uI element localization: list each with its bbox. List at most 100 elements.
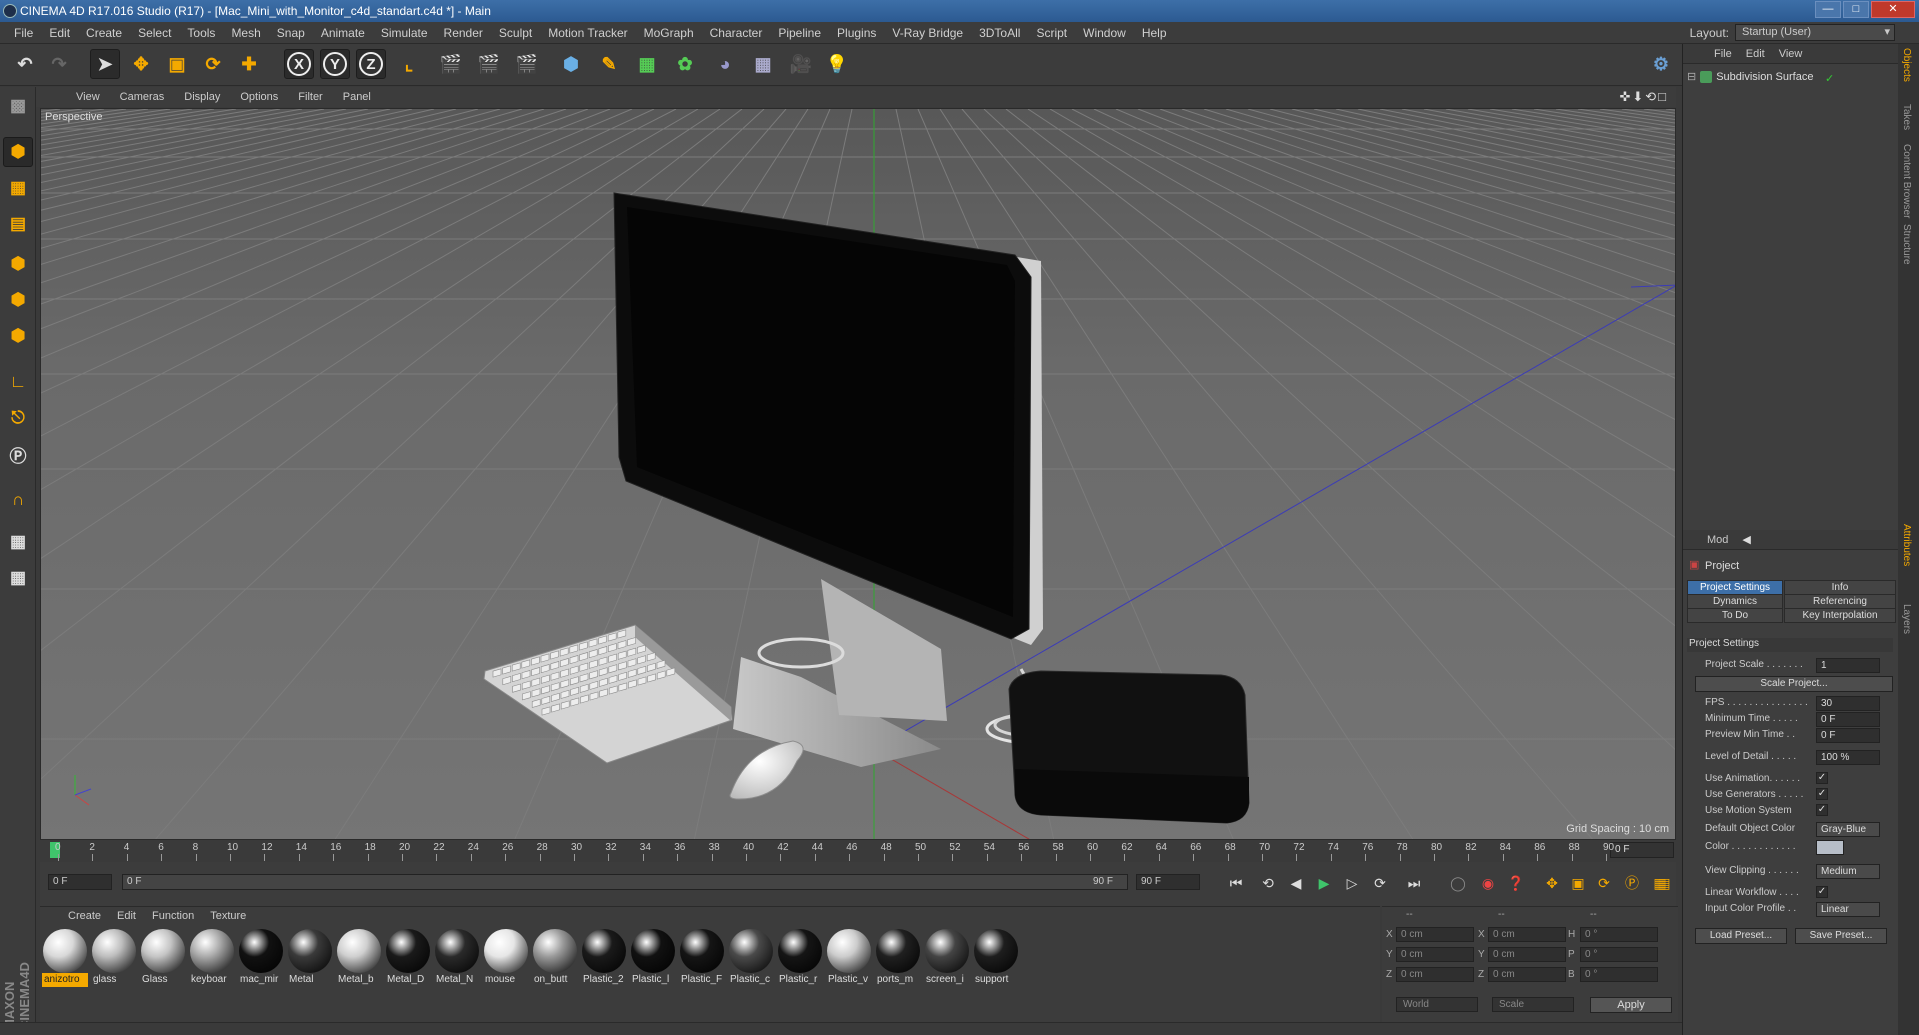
material-menu-function[interactable]: Function [144,910,202,922]
menu-help[interactable]: Help [1134,26,1175,40]
material-menu-texture[interactable]: Texture [202,910,254,922]
object-row-subdivision-surface[interactable]: ⊟ Subdivision Surface [1687,70,1813,83]
points-mode-icon[interactable]: ⬢ [3,249,33,279]
render-view-icon[interactable]: 🎬 [436,49,466,79]
material-swatch[interactable]: on_butt [532,929,578,987]
end-frame-field[interactable]: 90 F [1136,874,1200,890]
menu-render[interactable]: Render [436,26,491,40]
menu-snap[interactable]: Snap [269,26,313,40]
menu-window[interactable]: Window [1075,26,1134,40]
use-gen-checkbox[interactable]: ✓ [1816,788,1828,800]
perspective-viewport[interactable]: Perspective Grid Spacing : 10 cm [40,108,1676,840]
play-icon[interactable]: ▶ [1312,872,1336,894]
floor-icon[interactable]: ▦ [748,49,778,79]
back-arrow-icon[interactable]: ◀ [1742,533,1750,546]
material-swatch[interactable]: Plastic_v [826,929,872,987]
material-swatch[interactable]: Glass [140,929,186,987]
menu-sculpt[interactable]: Sculpt [491,26,540,40]
mode-menu[interactable]: Mod [1707,534,1728,546]
key-scale-icon[interactable]: ▣ [1566,872,1590,894]
viewport-menu-view[interactable]: View [66,91,110,103]
attribute-tab[interactable]: Key Interpolation [1784,608,1896,623]
menu-tools[interactable]: Tools [179,26,223,40]
material-swatch[interactable]: anizotro [42,929,88,987]
cube-primitive-icon[interactable]: ⬢ [556,49,586,79]
make-editable-icon[interactable]: ▩ [3,91,33,121]
previous-frame-icon[interactable]: ◀ [1284,872,1308,894]
render-settings-icon[interactable]: 🎬 [512,49,542,79]
next-key-icon[interactable]: ⟳ [1368,872,1392,894]
next-frame-icon[interactable]: ▷ [1340,872,1364,894]
project-scale-field[interactable]: 1 [1816,658,1880,673]
go-to-end-icon[interactable]: ⏭ [1402,872,1426,894]
expand-icon[interactable]: ⊟ [1687,70,1696,83]
preview-range-slider[interactable]: 0 F 90 F [122,874,1128,890]
material-menu-create[interactable]: Create [60,910,109,922]
x-axis-lock[interactable]: X [284,49,314,79]
material-menu-edit[interactable]: Edit [109,910,144,922]
pen-spline-icon[interactable]: ✎ [594,49,624,79]
material-swatch[interactable]: Plastic_2 [581,929,627,987]
menu-script[interactable]: Script [1028,26,1075,40]
timeline-window-icon[interactable]: ▤ [1652,872,1676,894]
python-icon[interactable]: ⚙ [1646,49,1676,79]
coordinate-field[interactable]: 0 cm [1488,967,1566,982]
array-icon[interactable]: ✿ [670,49,700,79]
light-icon[interactable]: 💡 [822,49,852,79]
menu-mesh[interactable]: Mesh [223,26,268,40]
redo-icon[interactable]: ↷ [44,49,74,79]
coordinate-field[interactable]: 0 ° [1580,967,1658,982]
attribute-tab[interactable]: Referencing [1784,594,1896,609]
material-swatch[interactable]: Plastic_c [728,929,774,987]
attribute-tab[interactable]: Dynamics [1687,594,1783,609]
record-keys-icon[interactable]: ◯ [1446,872,1470,894]
scale-tool-icon[interactable]: ▣ [162,49,192,79]
key-position-icon[interactable]: ✥ [1540,872,1564,894]
key-parameter-icon[interactable]: Ⓟ [1620,872,1644,894]
material-swatch[interactable]: ports_m [875,929,921,987]
material-swatch[interactable]: Plastic_l [630,929,676,987]
preview-min-field[interactable]: 0 F [1816,728,1880,743]
live-select-icon[interactable]: ✚ [234,49,264,79]
menu-v-ray-bridge[interactable]: V-Ray Bridge [884,26,971,40]
color-swatch[interactable] [1816,840,1844,855]
input-profile-dropdown[interactable]: Linear [1816,902,1880,917]
maximize-button[interactable]: □ [1843,1,1869,18]
lod-field[interactable]: 100 % [1816,750,1880,765]
select-tool-icon[interactable]: ➤ [90,49,120,79]
menu-animate[interactable]: Animate [313,26,373,40]
current-frame-field[interactable]: 0 F [1610,842,1674,858]
undo-icon[interactable]: ↶ [10,49,40,79]
rotate-tool-icon[interactable]: ⟳ [198,49,228,79]
menu-pipeline[interactable]: Pipeline [770,26,829,40]
menu-edit[interactable]: Edit [41,26,78,40]
coordinate-field[interactable]: 0 cm [1396,947,1474,962]
coordinate-system-icon[interactable]: ⌞ [394,49,424,79]
material-swatch[interactable]: Metal_N [434,929,480,987]
coordinate-field[interactable]: 0 cm [1488,927,1566,942]
viewport-menu-cameras[interactable]: Cameras [110,91,175,103]
minimize-button[interactable]: — [1815,1,1841,18]
material-swatch[interactable]: Metal_b [336,929,382,987]
attribute-tab[interactable]: Project Settings [1687,580,1783,595]
material-swatch[interactable]: glass [91,929,137,987]
menu-character[interactable]: Character [702,26,771,40]
material-swatch[interactable]: Metal_D [385,929,431,987]
linear-wf-checkbox[interactable]: ✓ [1816,886,1828,898]
use-motion-checkbox[interactable]: ✓ [1816,804,1828,816]
key-rotation-icon[interactable]: ⟳ [1592,872,1616,894]
visibility-check-icon[interactable]: ✓ [1825,72,1834,85]
material-swatch[interactable]: screen_i [924,929,970,987]
model-mode-icon[interactable]: ⬢ [3,137,33,167]
menu-3dtoall[interactable]: 3DToAll [971,26,1028,40]
side-tab-takes[interactable]: Takes [1901,104,1912,130]
magnet-icon[interactable]: ∩ [3,485,33,515]
def-color-dropdown[interactable]: Gray-Blue [1816,822,1880,837]
load-preset-button[interactable]: Load Preset... [1695,928,1787,944]
keyframe-selection-icon[interactable]: ❓ [1504,872,1528,894]
viewport-menu-display[interactable]: Display [174,91,230,103]
coordinate-field[interactable]: 0 ° [1580,947,1658,962]
side-tab-content-browser[interactable]: Content Browser [1901,144,1912,218]
deformer-icon[interactable]: ◕ [710,49,740,79]
use-anim-checkbox[interactable]: ✓ [1816,772,1828,784]
